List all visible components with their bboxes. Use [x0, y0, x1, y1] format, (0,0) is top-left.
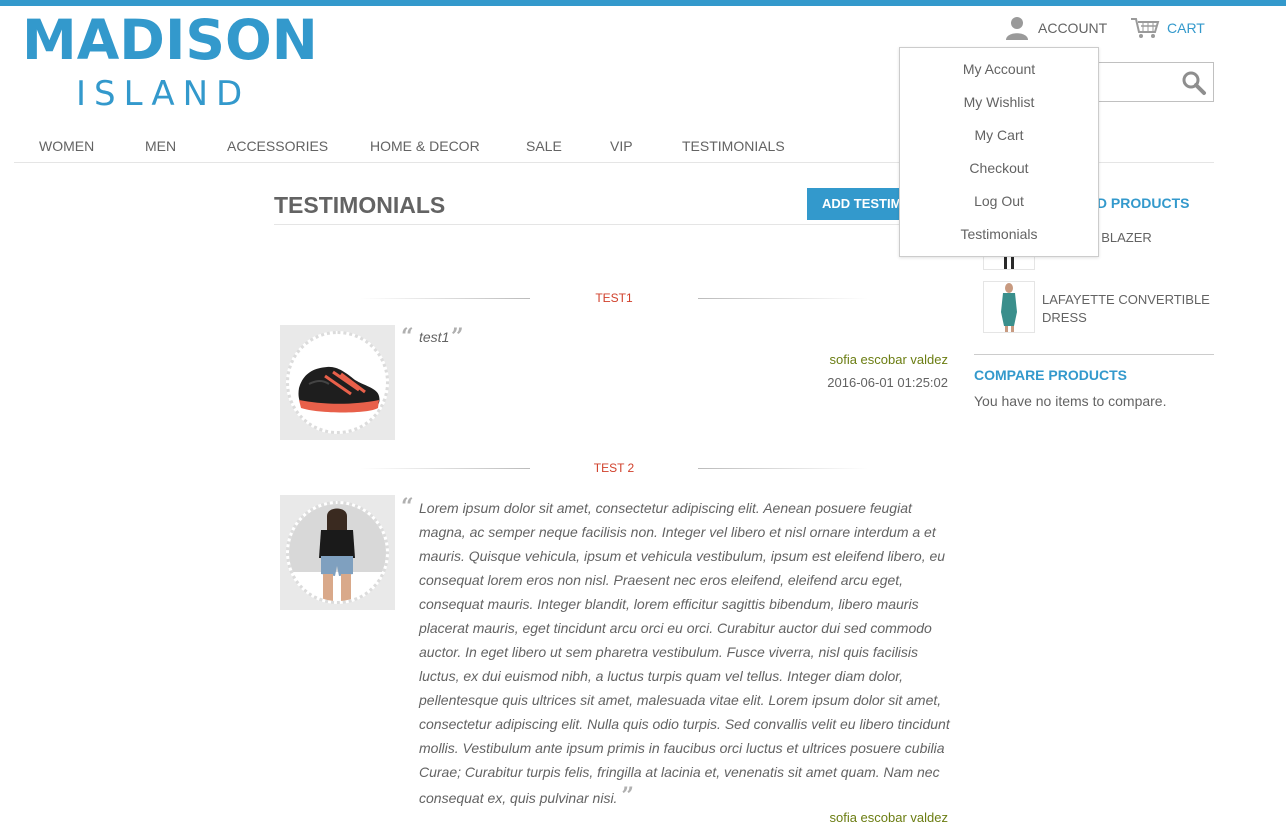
testimonial-image [280, 495, 395, 610]
search-icon[interactable] [1181, 70, 1207, 96]
menu-item-testimonials[interactable]: Testimonials [900, 218, 1098, 251]
divider-right [698, 468, 868, 469]
woman-image [286, 501, 389, 604]
testimonial-title: TEST 2 [593, 461, 635, 475]
nav-item-men[interactable]: MEN [145, 138, 176, 154]
testimonial-heading: TEST 2 [360, 461, 870, 475]
compare-empty-message: You have no items to compare. [974, 393, 1167, 409]
title-divider [274, 224, 954, 225]
menu-item-my-wishlist[interactable]: My Wishlist [900, 86, 1098, 119]
testimonial-title: TEST1 [595, 291, 633, 305]
testimonial-date: 2016-06-01 01:25:02 [827, 375, 948, 390]
menu-item-my-account[interactable]: My Account [900, 53, 1098, 86]
sidebar-divider [974, 354, 1214, 355]
cart-icon [1130, 16, 1160, 40]
testimonial-quote: test1 [419, 329, 450, 345]
account-link[interactable]: ACCOUNT [1004, 16, 1107, 40]
menu-item-checkout[interactable]: Checkout [900, 152, 1098, 185]
quote-close-icon: ” [621, 783, 634, 809]
nav-item-home-decor[interactable]: HOME & DECOR [370, 138, 480, 154]
nav-item-accessories[interactable]: ACCESSORIES [227, 138, 328, 154]
menu-item-log-out[interactable]: Log Out [900, 185, 1098, 218]
nav-item-sale[interactable]: SALE [526, 138, 562, 154]
testimonial-quote-text: Lorem ipsum dolor sit amet, consectetur … [419, 500, 950, 806]
testimonial-author: sofia escobar valdez [829, 352, 948, 367]
compare-title: COMPARE PRODUCTS [974, 367, 1127, 383]
testimonial-heading: TEST1 [360, 291, 870, 305]
search-input[interactable] [1097, 63, 1175, 101]
top-accent-bar [0, 0, 1286, 6]
quote-open-icon: “ [401, 494, 414, 520]
recent-product-name[interactable]: LAFAYETTE CONVERTIBLE DRESS [1042, 291, 1212, 327]
account-label: ACCOUNT [1038, 20, 1108, 36]
nav-item-testimonials[interactable]: TESTIMONIALS [682, 138, 785, 154]
quote-open-icon: “ [401, 324, 414, 350]
menu-item-my-cart[interactable]: My Cart [900, 119, 1098, 152]
logo-main-text: MADISON [22, 8, 318, 72]
site-logo[interactable]: MADISON ISLAND [22, 10, 318, 114]
shoe-image [286, 331, 389, 434]
quote-close-icon: ” [451, 324, 464, 350]
account-dropdown-menu: My Account My Wishlist My Cart Checkout … [899, 47, 1099, 257]
cart-link[interactable]: CART [1130, 16, 1205, 40]
logo-sub-text: ISLAND [76, 74, 251, 114]
divider-left [360, 468, 530, 469]
divider-left [360, 298, 530, 299]
testimonial-author: sofia escobar valdez [829, 810, 948, 823]
testimonial-image [280, 325, 395, 440]
search-form [1096, 62, 1214, 102]
divider-right [698, 298, 868, 299]
nav-item-vip[interactable]: VIP [610, 138, 633, 154]
page-title: TESTIMONIALS [274, 192, 446, 218]
cart-label: CART [1167, 20, 1205, 36]
product-thumbnail[interactable] [983, 281, 1035, 333]
add-testimonial-button[interactable]: ADD TESTIMONIAL [807, 188, 907, 220]
user-icon [1004, 16, 1030, 40]
testimonial-quote: Lorem ipsum dolor sit amet, consectetur … [419, 496, 951, 810]
nav-item-women[interactable]: WOMEN [39, 138, 94, 154]
